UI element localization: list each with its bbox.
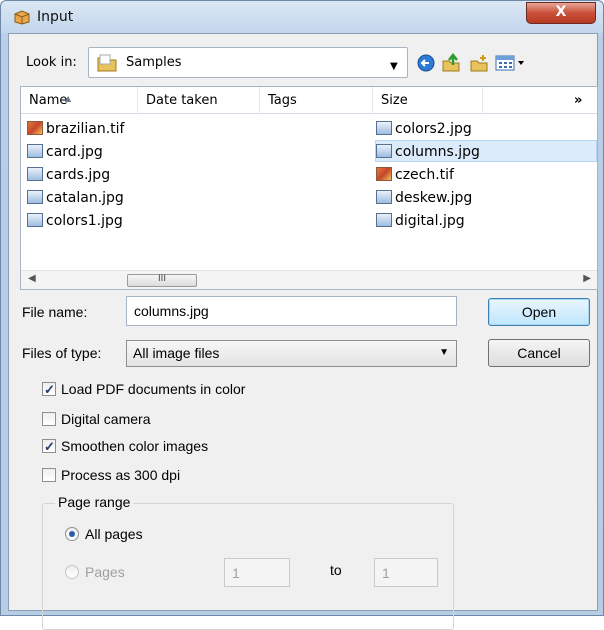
scroll-thumb[interactable]: III [127, 274, 197, 287]
file-name: columns.jpg [395, 144, 480, 160]
tif-file-icon [376, 167, 392, 181]
more-columns-icon[interactable]: » [574, 87, 582, 114]
files-of-type-value: All image files [133, 345, 220, 361]
page-from-input[interactable]: 1 [224, 558, 290, 587]
radio-selected[interactable] [65, 527, 79, 541]
page-range-group: Page range All pages Pages 1 to 1 [42, 494, 454, 630]
radio-unselected[interactable] [65, 565, 79, 579]
column-name[interactable]: ▲ Name [21, 87, 138, 114]
option-smoothen-color[interactable]: Smoothen color images [42, 436, 209, 457]
file-item[interactable]: digital.jpg [376, 210, 465, 232]
files-of-type-label: Files of type: [22, 345, 102, 361]
option-load-pdf-color[interactable]: Load PDF documents in color [42, 379, 246, 400]
option-label: Load PDF documents in color [61, 381, 246, 397]
sort-ascending-icon: ▲ [65, 94, 72, 103]
file-name-input[interactable]: columns.jpg [126, 296, 457, 326]
column-header: ▲ Name Date taken Tags Size » [21, 87, 597, 114]
option-digital-camera[interactable]: Digital camera [42, 409, 150, 429]
option-label: Smoothen color images [61, 438, 209, 454]
scroll-right-icon[interactable]: ▶ [583, 273, 591, 284]
window-title: Input [37, 9, 74, 25]
chevron-down-icon: ▼ [439, 347, 449, 358]
file-name: digital.jpg [395, 213, 465, 229]
page-to-input[interactable]: 1 [374, 558, 438, 587]
file-item-selected[interactable]: columns.jpg [375, 140, 597, 162]
close-button[interactable]: X [526, 2, 596, 24]
file-item[interactable]: colors2.jpg [376, 118, 472, 140]
file-item[interactable]: colors1.jpg [27, 210, 123, 232]
files-of-type-select[interactable]: All image files ▼ [126, 340, 457, 367]
horizontal-scrollbar[interactable]: ◀ III ▶ [21, 270, 597, 289]
jpg-file-icon [376, 144, 392, 158]
column-tags[interactable]: Tags [260, 87, 373, 114]
jpg-file-icon [376, 121, 392, 135]
up-folder-icon[interactable] [441, 52, 461, 73]
page-range-title: Page range [55, 494, 134, 510]
file-item[interactable]: deskew.jpg [376, 187, 472, 209]
jpg-file-icon [376, 213, 392, 227]
jpg-file-icon [27, 213, 43, 227]
cancel-button[interactable]: Cancel [488, 339, 590, 367]
column-date-taken-label: Date taken [146, 93, 218, 108]
to-label: to [330, 562, 342, 578]
folder-icon [97, 54, 117, 72]
file-list[interactable]: ▲ Name Date taken Tags Size » brazilian.… [20, 86, 598, 290]
tif-file-icon [27, 121, 43, 135]
all-pages-radio[interactable]: All pages [65, 526, 143, 542]
file-name: cards.jpg [46, 167, 111, 183]
title-bar[interactable]: Input X [1, 1, 603, 33]
file-name: deskew.jpg [395, 190, 473, 206]
jpg-file-icon [27, 144, 43, 158]
column-size[interactable]: Size [373, 87, 483, 114]
file-item[interactable]: cards.jpg [27, 164, 110, 186]
checkbox-checked[interactable] [42, 380, 56, 400]
file-name: card.jpg [46, 144, 103, 160]
file-name: colors2.jpg [395, 121, 472, 137]
open-button[interactable]: Open [488, 298, 590, 326]
jpg-file-icon [376, 190, 392, 204]
file-name-label: File name: [22, 304, 88, 320]
dialog-body: Look in: Samples ▼ ▲ Name Date taken Tag… [8, 33, 598, 630]
checkbox[interactable] [42, 468, 56, 482]
column-name-label: Name [29, 93, 68, 108]
jpg-file-icon [27, 190, 43, 204]
file-name: czech.tif [395, 167, 454, 183]
look-in-combo[interactable]: Samples [88, 47, 408, 78]
option-label: Process as 300 dpi [61, 467, 181, 483]
view-menu-icon[interactable] [495, 53, 527, 73]
option-label: Digital camera [61, 411, 151, 427]
file-item[interactable]: czech.tif [376, 164, 454, 186]
look-in-value: Samples [126, 55, 182, 70]
column-size-label: Size [381, 93, 408, 108]
app-package-icon [13, 9, 31, 25]
file-name: brazilian.tif [46, 121, 125, 137]
option-process-300dpi[interactable]: Process as 300 dpi [42, 465, 180, 485]
back-icon[interactable] [416, 53, 436, 73]
look-in-label: Look in: [26, 55, 77, 70]
input-dialog: Input X Look in: Samples ▼ ▲ Name Date t… [0, 0, 604, 630]
checkbox-checked[interactable] [42, 437, 56, 457]
checkbox[interactable] [42, 412, 56, 426]
jpg-file-icon [27, 167, 43, 181]
pages-label: Pages [85, 564, 125, 580]
new-folder-icon[interactable] [469, 53, 489, 73]
file-item[interactable]: brazilian.tif [27, 118, 124, 140]
chevron-down-icon[interactable]: ▼ [390, 61, 402, 73]
file-item[interactable]: card.jpg [27, 141, 103, 163]
pages-radio[interactable]: Pages [65, 564, 125, 580]
column-tags-label: Tags [268, 93, 297, 108]
file-name: catalan.jpg [46, 190, 124, 206]
scroll-left-icon[interactable]: ◀ [28, 273, 36, 284]
file-name: colors1.jpg [46, 213, 123, 229]
file-item[interactable]: catalan.jpg [27, 187, 124, 209]
all-pages-label: All pages [85, 526, 143, 542]
column-date-taken[interactable]: Date taken [138, 87, 260, 114]
